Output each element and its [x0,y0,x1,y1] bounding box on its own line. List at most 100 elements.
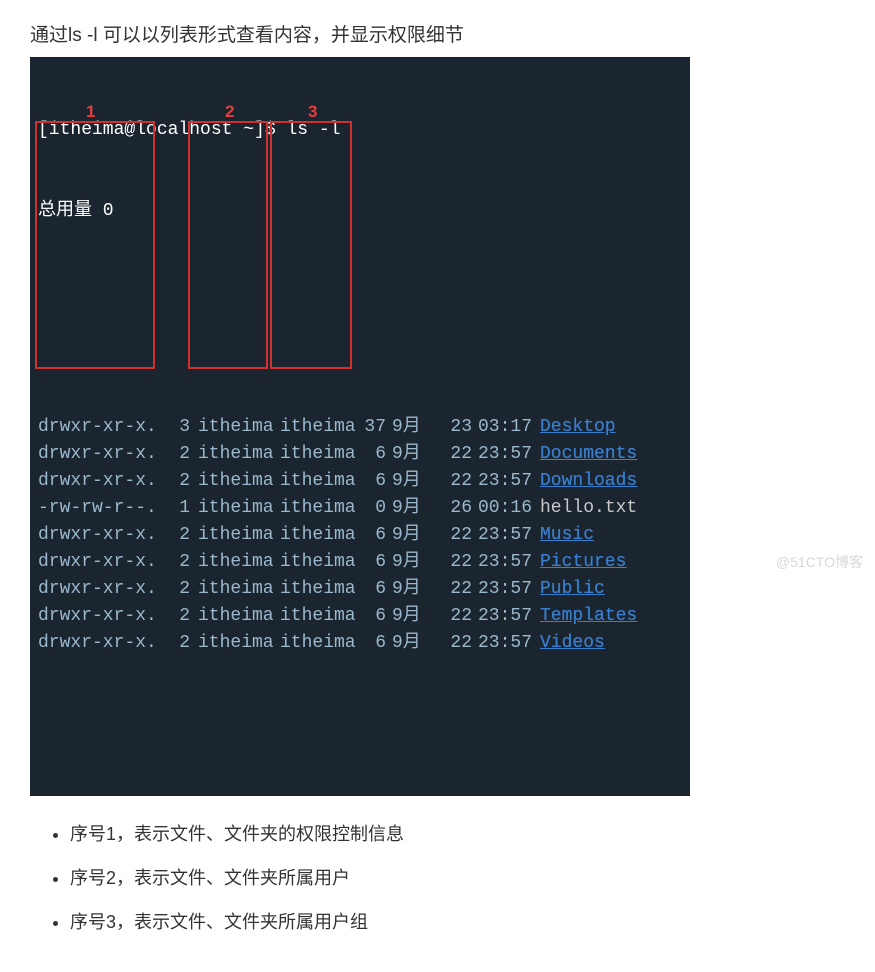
owner: itheima [198,603,272,630]
permissions: -rw-rw-r-- [38,495,146,522]
directory-name: Documents [540,441,637,468]
terminal-window: [itheima@localhost ~]$ ls -l 总用量 0 1 2 3… [30,57,690,796]
owner: itheima [198,549,272,576]
link-count: 2 [172,576,190,603]
spacer [164,468,172,495]
link-count: 2 [172,441,190,468]
spacer [272,576,280,603]
month: 9月 [392,495,428,522]
owner: itheima [198,414,272,441]
day: 22 [448,603,472,630]
prompt-prefix: [itheima@localhost ~]$ [38,120,286,140]
spacer [272,630,280,657]
spacer [164,522,172,549]
directory-name: Public [540,576,605,603]
time: 23:57 [478,630,532,657]
directory-name: Downloads [540,468,637,495]
permissions: drwxr-xr-x [38,576,146,603]
listing-row: drwxr-xr-x. 2 itheima itheima6 9月22 23:5… [38,576,682,603]
spacer [272,414,280,441]
month: 9月 [392,576,428,603]
directory-name: Pictures [540,549,626,576]
day: 22 [448,468,472,495]
highlight-box-1 [35,121,155,369]
legend-list: 序号1，表示文件、文件夹的权限控制信息 序号2，表示文件、文件夹所属用户 序号3… [30,820,845,934]
size: 6 [358,603,386,630]
listing-row: drwxr-xr-x. 2 itheima itheima6 9月22 23:5… [38,603,682,630]
file-name: hello.txt [540,495,637,522]
size: 6 [358,522,386,549]
month: 9月 [392,603,428,630]
size: 6 [358,549,386,576]
selinux-dot: . [146,576,164,603]
permissions: drwxr-xr-x [38,603,146,630]
listing-row: drwxr-xr-x. 2 itheima itheima6 9月22 23:5… [38,549,682,576]
legend-item: 序号1，表示文件、文件夹的权限控制信息 [70,820,845,846]
selinux-dot: . [146,414,164,441]
group: itheima [280,576,354,603]
spacer [532,495,540,522]
spacer [190,603,198,630]
spacer [190,441,198,468]
spacer [532,603,540,630]
time: 00:16 [478,495,532,522]
size: 6 [358,468,386,495]
legend-item: 序号2，表示文件、文件夹所属用户 [70,864,845,890]
spacer [164,549,172,576]
time: 03:17 [478,414,532,441]
selinux-dot: . [146,603,164,630]
day: 22 [448,522,472,549]
listing-row: drwxr-xr-x. 2 itheima itheima6 9月22 23:5… [38,468,682,495]
day: 22 [448,549,472,576]
prompt-line: [itheima@localhost ~]$ ls -l [38,117,682,144]
spacer [190,414,198,441]
spacer [190,495,198,522]
spacer [272,468,280,495]
group: itheima [280,603,354,630]
size: 6 [358,630,386,657]
selinux-dot: . [146,522,164,549]
spacer [532,414,540,441]
selinux-dot: . [146,441,164,468]
directory-name: Music [540,522,594,549]
group: itheima [280,630,354,657]
spacer [190,522,198,549]
selinux-dot: . [146,549,164,576]
selinux-dot: . [146,630,164,657]
time: 23:57 [478,549,532,576]
spacer [164,603,172,630]
listing-row: -rw-rw-r--. 1 itheima itheima0 9月26 00:1… [38,495,682,522]
month: 9月 [392,441,428,468]
month: 9月 [392,630,428,657]
directory-name: Videos [540,630,605,657]
spacer [532,522,540,549]
link-count: 3 [172,414,190,441]
time: 23:57 [478,522,532,549]
link-count: 2 [172,630,190,657]
time: 23:57 [478,576,532,603]
spacer [164,441,172,468]
spacer [164,576,172,603]
spacer [272,522,280,549]
size: 6 [358,441,386,468]
permissions: drwxr-xr-x [38,468,146,495]
spacer [190,468,198,495]
intro-text: 通过ls -l 可以以列表形式查看内容，并显示权限细节 [30,20,845,47]
permissions: drwxr-xr-x [38,522,146,549]
watermark: @51CTO博客 [776,552,863,572]
permissions: drwxr-xr-x [38,441,146,468]
directory-name: Desktop [540,414,616,441]
owner: itheima [198,495,272,522]
selinux-dot: . [146,495,164,522]
link-count: 2 [172,603,190,630]
day: 22 [448,576,472,603]
group: itheima [280,441,354,468]
group: itheima [280,414,354,441]
spacer [272,441,280,468]
spacer [164,495,172,522]
time: 23:57 [478,603,532,630]
day: 22 [448,441,472,468]
spacer [532,468,540,495]
month: 9月 [392,522,428,549]
group: itheima [280,468,354,495]
